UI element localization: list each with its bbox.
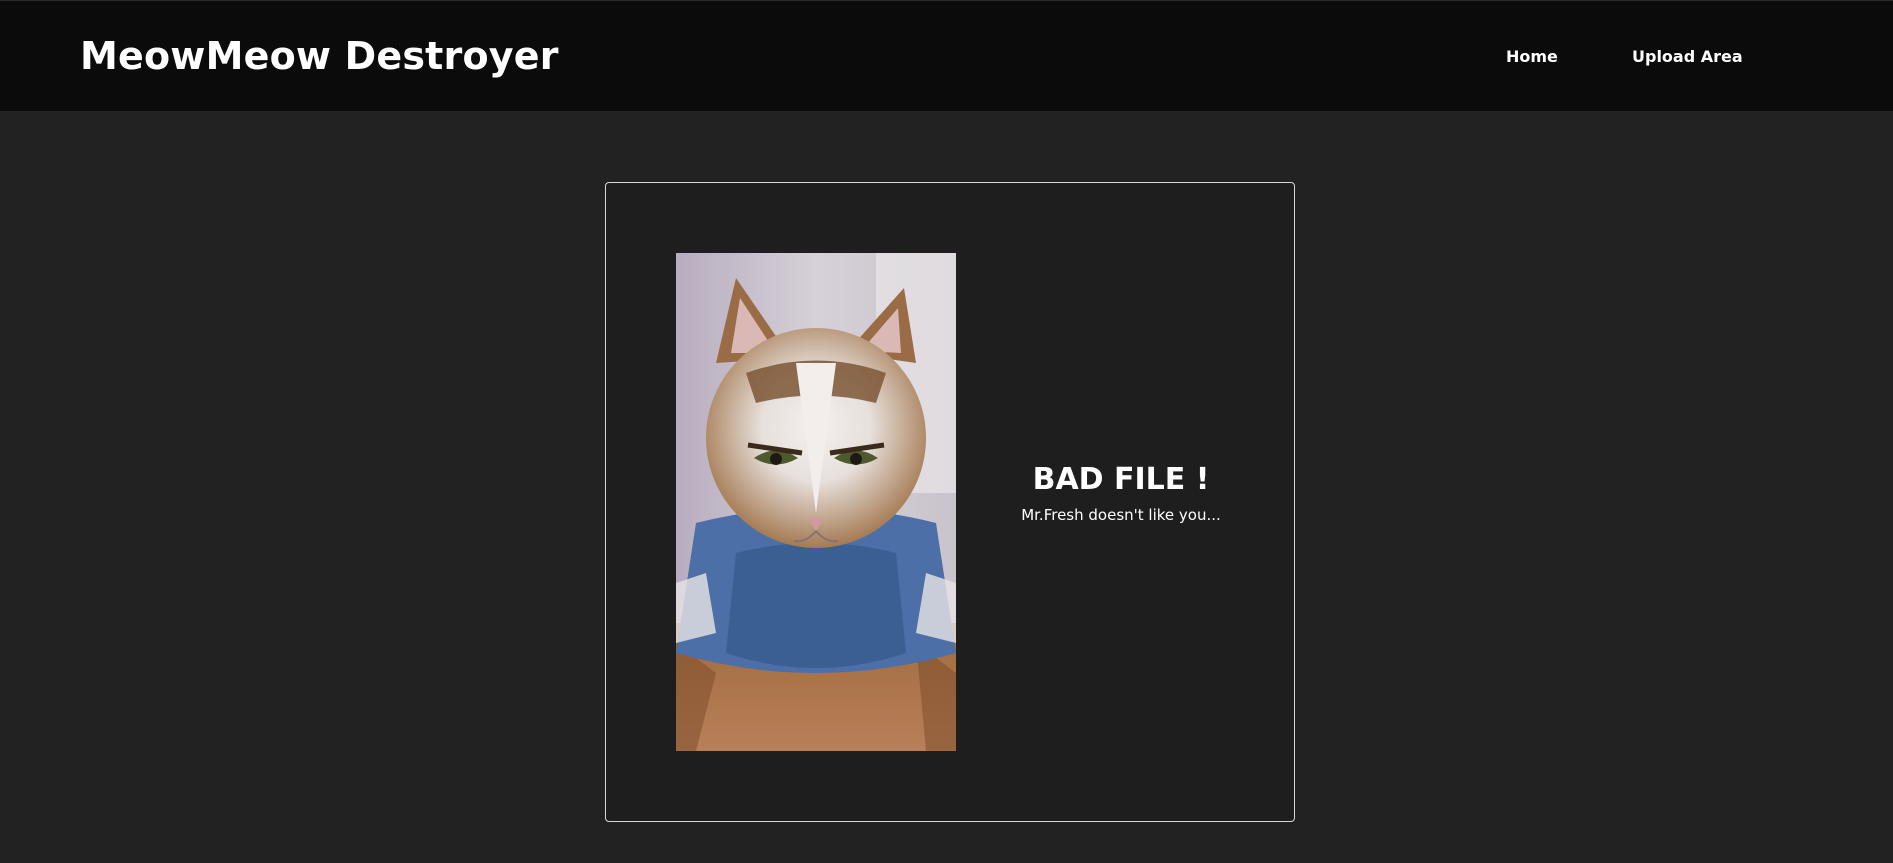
cat-illustration — [676, 253, 956, 751]
nav-home-link[interactable]: Home — [1506, 47, 1558, 66]
nav-upload-area-link[interactable]: Upload Area — [1632, 47, 1743, 66]
error-subtitle: Mr.Fresh doesn't like you... — [1021, 506, 1221, 524]
navbar: MeowMeow Destroyer Home Upload Area — [0, 0, 1893, 111]
error-title: BAD FILE ! — [1032, 462, 1210, 497]
cat-image — [676, 253, 956, 751]
nav-links: Home Upload Area — [0, 47, 1893, 69]
result-card: BAD FILE ! Mr.Fresh doesn't like you... — [605, 182, 1295, 822]
error-message: BAD FILE ! Mr.Fresh doesn't like you... — [996, 460, 1246, 526]
